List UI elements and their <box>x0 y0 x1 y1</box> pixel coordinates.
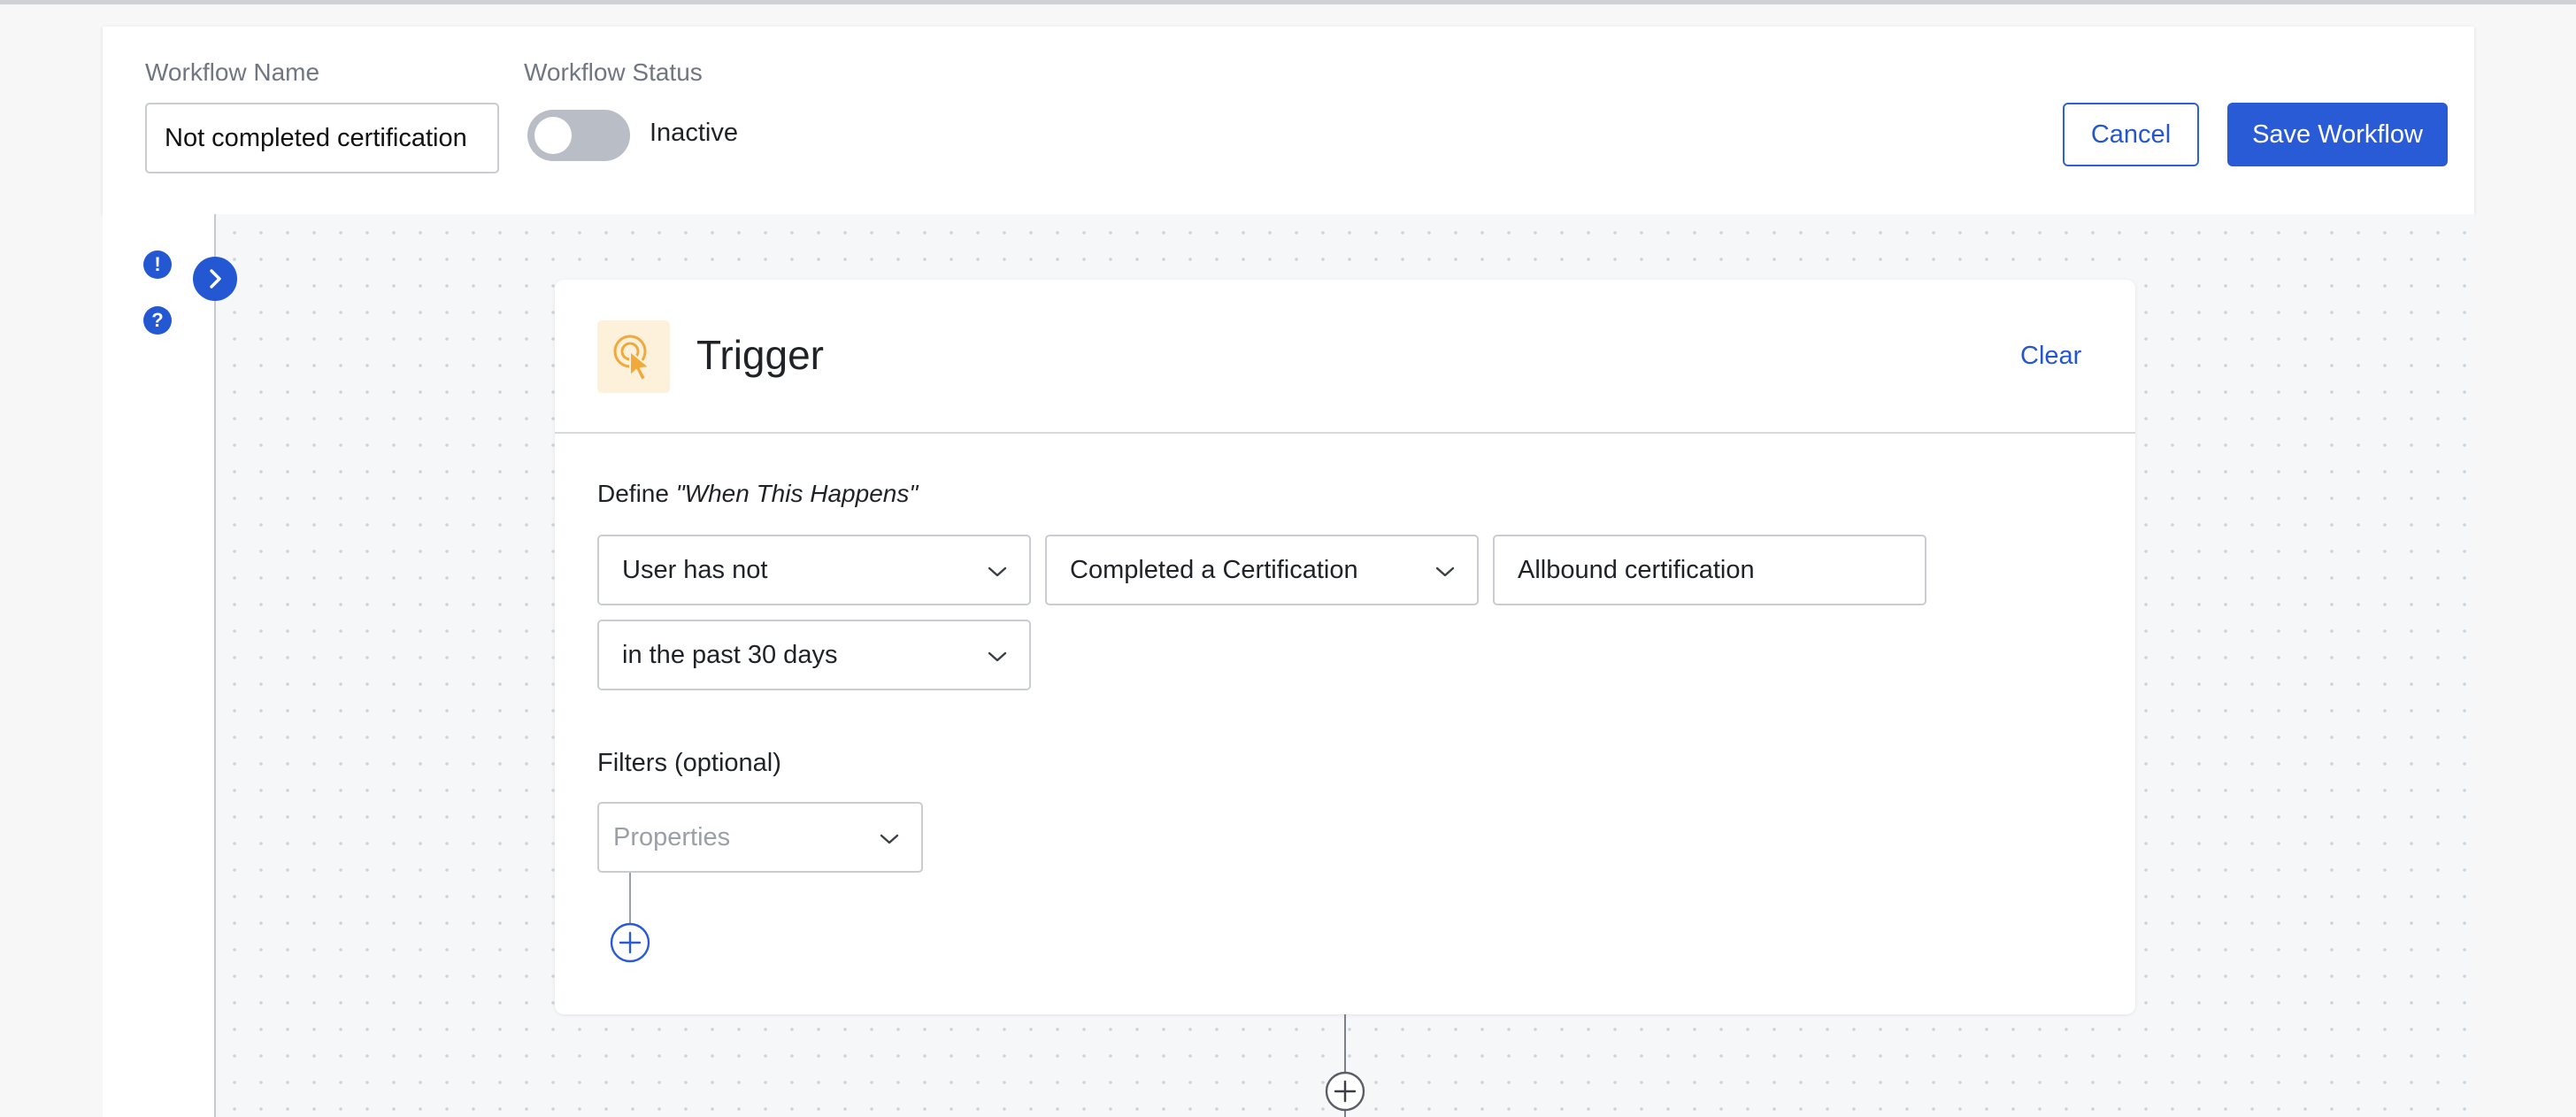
workflow-status-toggle[interactable] <box>527 110 630 161</box>
define-prefix: Define <box>597 480 676 507</box>
properties-select[interactable]: Properties <box>597 802 923 873</box>
condition-event-select[interactable]: Completed a Certification <box>1045 535 1479 605</box>
add-step-button[interactable] <box>1325 1071 1365 1112</box>
filters-label: Filters (optional) <box>597 749 781 777</box>
condition-target-field[interactable]: Allbound certification <box>1493 535 1926 605</box>
pointer-click-icon <box>613 335 650 381</box>
left-tool-strip <box>103 214 214 1117</box>
chevron-right-icon <box>210 269 221 289</box>
workflow-status-text: Inactive <box>650 119 738 147</box>
help-icon[interactable]: ? <box>143 306 172 335</box>
trigger-title: Trigger <box>696 332 824 378</box>
workflow-status-label: Workflow Status <box>524 58 703 86</box>
condition-event-value: Completed a Certification <box>1070 555 1358 584</box>
chevron-down-icon <box>988 566 1007 577</box>
condition-timeframe-value: in the past 30 days <box>622 640 838 669</box>
cancel-button[interactable]: Cancel <box>2063 103 2199 166</box>
define-label: Define "When This Happens" <box>597 480 918 508</box>
trigger-card-header: Trigger Clear <box>555 280 2135 434</box>
filter-connector-line <box>629 873 631 928</box>
expand-panel-button[interactable] <box>193 257 237 301</box>
condition-subject-select[interactable]: User has not <box>597 535 1031 605</box>
trigger-icon-box <box>597 320 670 393</box>
workflow-name-input[interactable] <box>145 103 499 173</box>
workflow-header: Workflow Name Workflow Status Inactive C… <box>103 27 2474 214</box>
add-filter-button[interactable] <box>610 922 650 963</box>
save-workflow-button[interactable]: Save Workflow <box>2227 103 2448 166</box>
chevron-down-icon <box>988 651 1007 662</box>
condition-timeframe-select[interactable]: in the past 30 days <box>597 620 1031 690</box>
define-emphasis: "When This Happens" <box>675 480 919 507</box>
clear-link[interactable]: Clear <box>2020 342 2081 371</box>
toggle-knob <box>534 117 572 154</box>
chevron-down-icon <box>1435 566 1455 577</box>
workflow-name-label: Workflow Name <box>145 58 320 86</box>
properties-placeholder: Properties <box>613 822 731 851</box>
alert-icon[interactable]: ! <box>143 250 172 279</box>
condition-subject-value: User has not <box>622 555 768 584</box>
condition-target-value: Allbound certification <box>1518 555 1755 584</box>
chevron-down-icon <box>880 834 899 844</box>
trigger-card: Trigger Clear Define "When This Happens"… <box>555 280 2135 1014</box>
window-top-border <box>0 0 2576 4</box>
